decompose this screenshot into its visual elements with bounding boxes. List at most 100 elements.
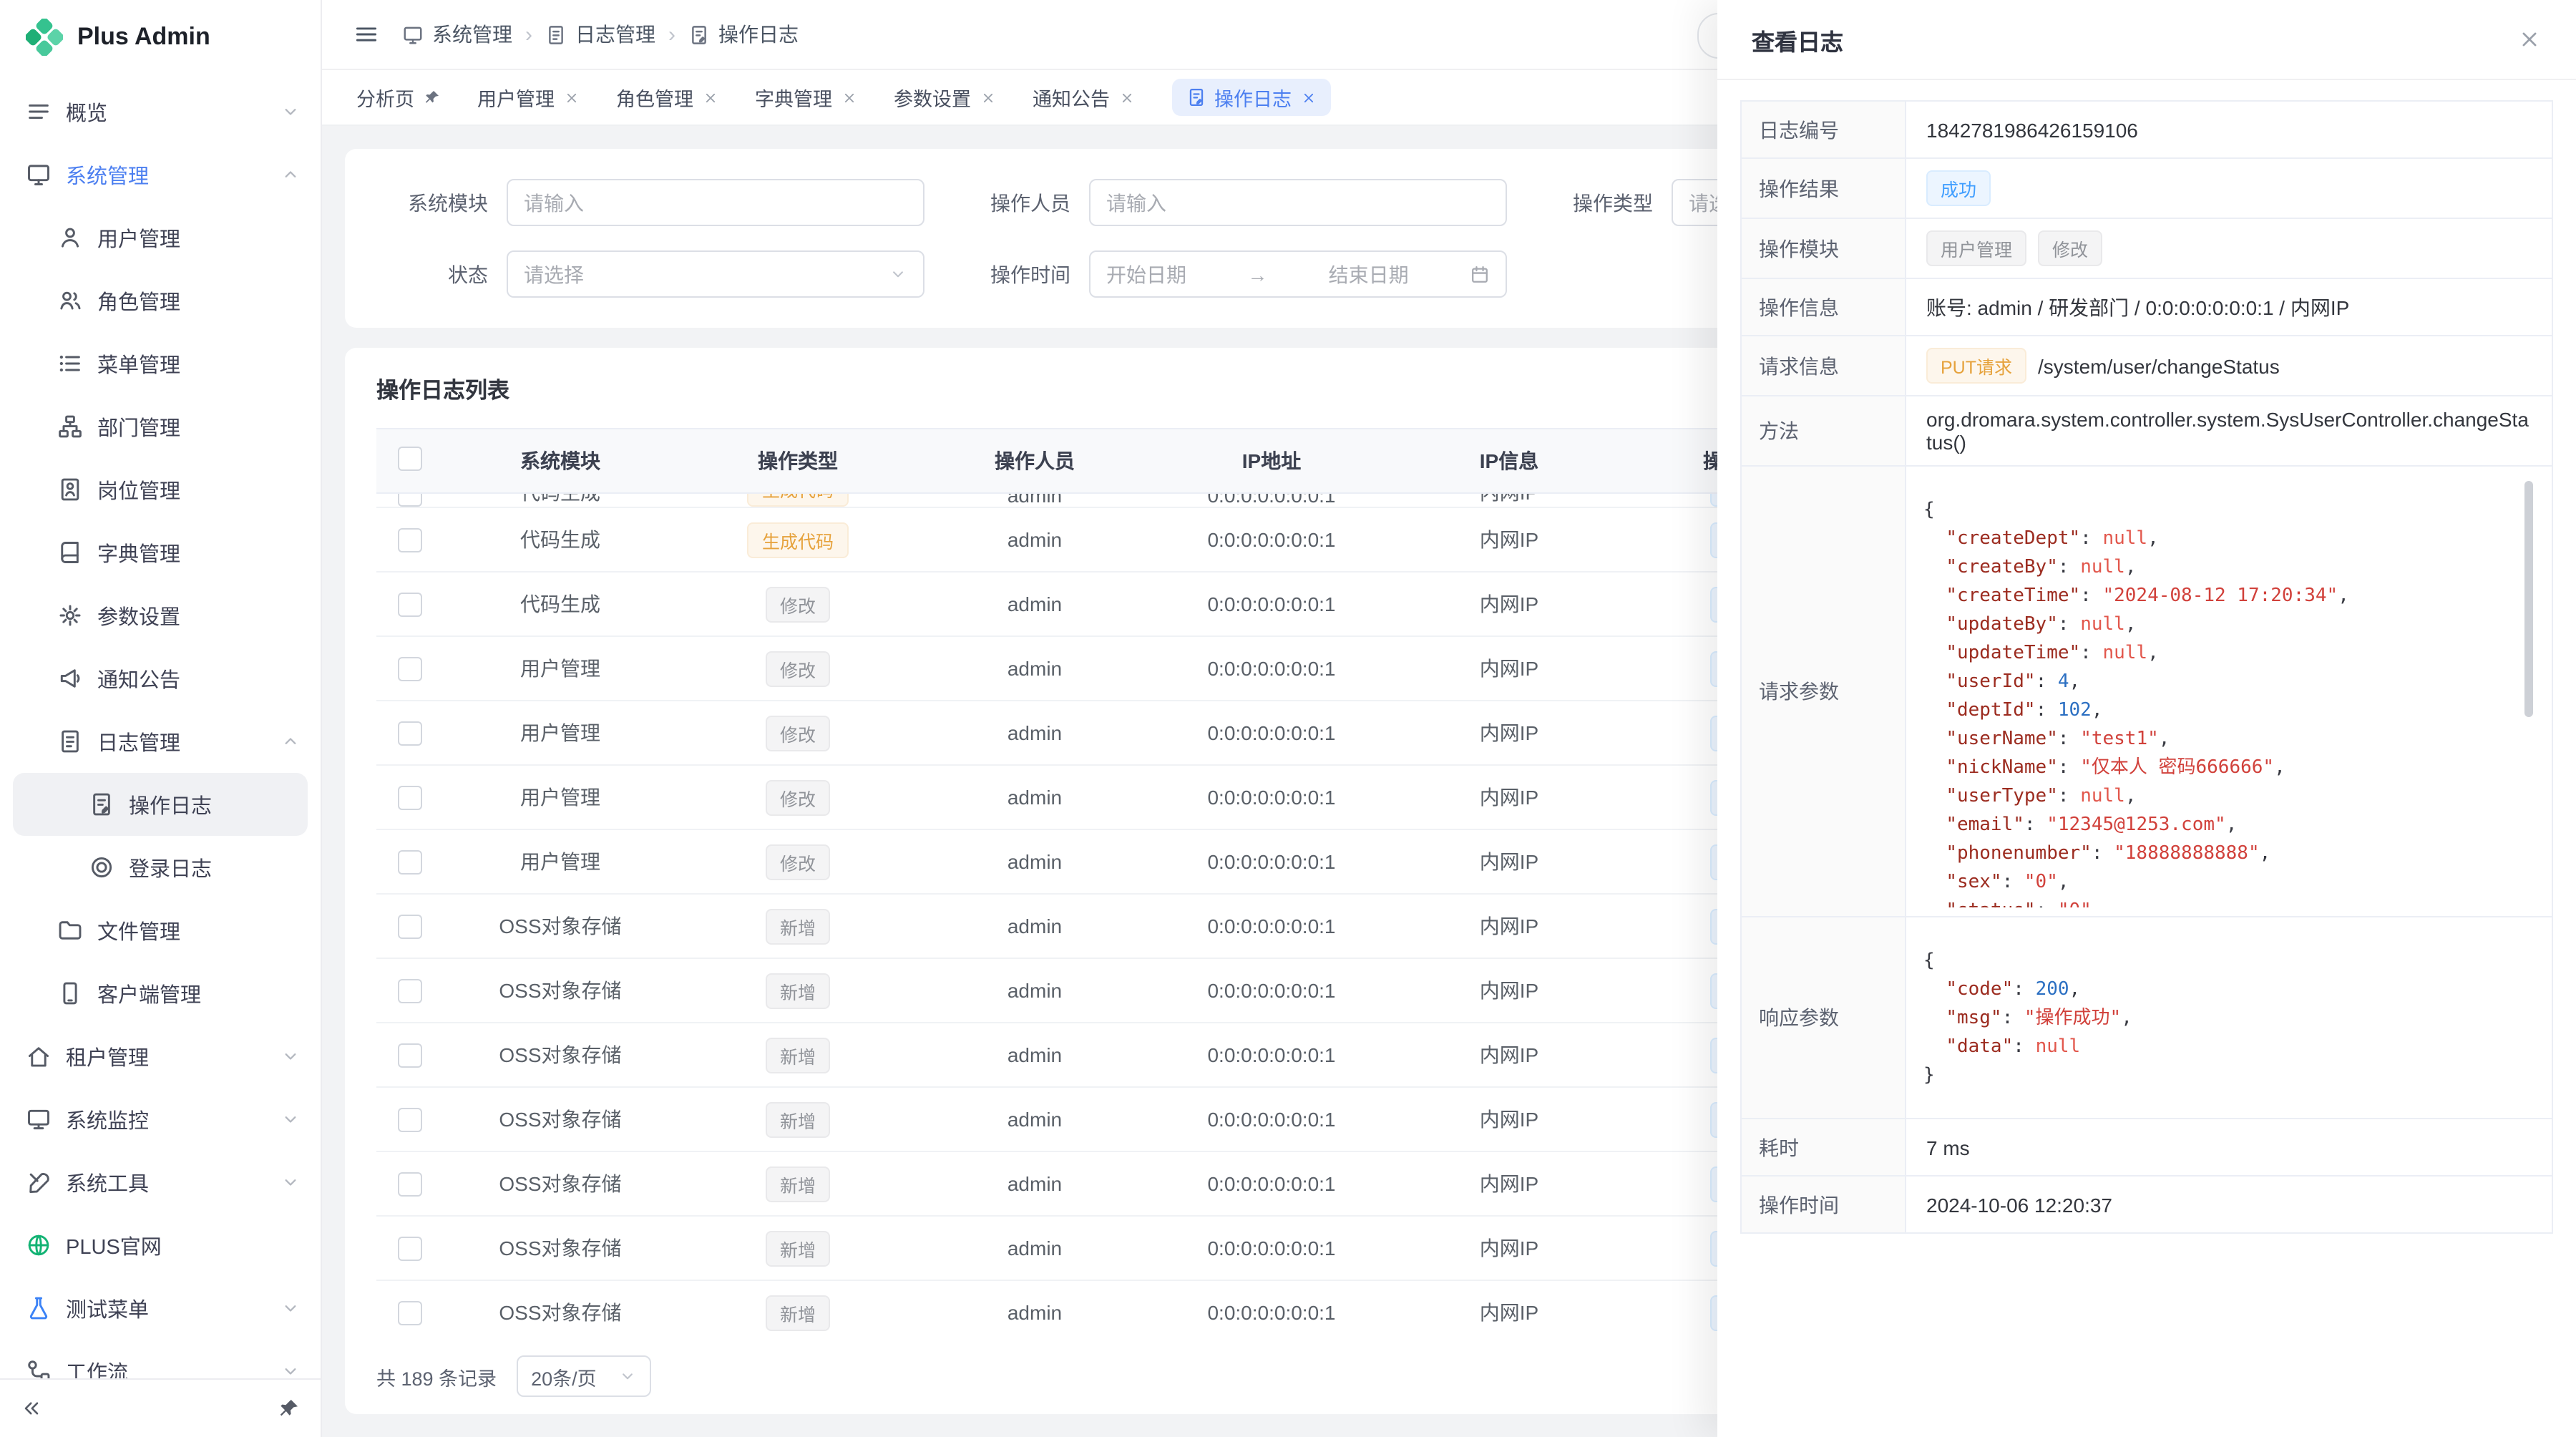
column-header: 操作类型: [678, 429, 917, 493]
tab-notice-announcement[interactable]: 通知公告: [1033, 79, 1134, 116]
sidebar-item-param-settings[interactable]: 参数设置: [0, 584, 321, 647]
tab-operation-log[interactable]: 操作日志: [1171, 79, 1330, 116]
tab-close-icon[interactable]: [980, 89, 995, 105]
sidebar: Plus Admin 概览系统管理用户管理角色管理菜单管理部门管理岗位管理字典管…: [0, 0, 322, 1437]
tab-label: 参数设置: [894, 83, 971, 112]
sidebar-item-user-management[interactable]: 用户管理: [0, 206, 321, 269]
drawer-field-label: 响应参数: [1742, 917, 1905, 1118]
sidebar-item-dict-management[interactable]: 字典管理: [0, 521, 321, 584]
row-checkbox[interactable]: [397, 1300, 421, 1325]
tab-param-settings[interactable]: 参数设置: [894, 79, 995, 116]
filter-field: 系统模块请输入: [376, 179, 924, 226]
select-all-header: [376, 429, 442, 493]
cell-ip: 0:0:0:0:0:0:0:1: [1207, 494, 1335, 507]
row-checkbox[interactable]: [397, 785, 421, 809]
row-checkbox[interactable]: [397, 1043, 421, 1067]
row-checkbox[interactable]: [397, 1107, 421, 1131]
tab-close-icon[interactable]: [702, 89, 718, 105]
row-checkbox[interactable]: [397, 527, 421, 552]
tab-role-management[interactable]: 角色管理: [616, 79, 718, 116]
row-checkbox[interactable]: [397, 849, 421, 874]
row-checkbox[interactable]: [397, 914, 421, 938]
operation-type-tag: 修改: [766, 779, 830, 815]
sidebar-item-overview[interactable]: 概览: [0, 80, 321, 143]
cell-module: 用户管理: [520, 847, 600, 876]
sidebar-item-file-management[interactable]: 文件管理: [0, 899, 321, 962]
cell-operator: admin: [1008, 979, 1062, 1002]
tab-close-icon[interactable]: [563, 89, 579, 105]
sidebar-item-post-management[interactable]: 岗位管理: [0, 458, 321, 521]
collapse-sidebar-icon[interactable]: [20, 1397, 43, 1420]
sidebar-item-workflow[interactable]: 工作流: [0, 1340, 321, 1378]
scrollbar-thumb[interactable]: [2524, 481, 2533, 717]
sidebar-item-test-menu[interactable]: 测试菜单: [0, 1277, 321, 1340]
sidebar-item-operation-log[interactable]: 操作日志: [13, 773, 308, 836]
tab-close-icon[interactable]: [1118, 89, 1134, 105]
breadcrumb-operlog[interactable]: 操作日志: [688, 20, 799, 49]
select-all-checkbox[interactable]: [397, 447, 421, 471]
filter-label: 操作人员: [959, 188, 1070, 217]
tab-label: 分析页: [356, 83, 414, 112]
filter-label: 操作时间: [959, 260, 1070, 288]
tab-dict-management[interactable]: 字典管理: [755, 79, 857, 116]
chevron-down-icon: [280, 1109, 301, 1129]
sidebar-item-client-management[interactable]: 客户端管理: [0, 962, 321, 1025]
cell-module: 代码生成: [520, 494, 600, 507]
cell-module: OSS对象存储: [499, 976, 621, 1005]
page-size-select[interactable]: 20条/页: [517, 1355, 651, 1397]
row-checkbox[interactable]: [397, 978, 421, 1003]
row-checkbox[interactable]: [397, 1236, 421, 1260]
close-icon[interactable]: [2517, 27, 2542, 52]
drawer-field-row: 操作模块用户管理修改: [1742, 219, 2552, 279]
hamburger-menu-icon[interactable]: [353, 21, 379, 47]
sidebar-item-log-management[interactable]: 日志管理: [0, 710, 321, 773]
sidebar-item-system-tools[interactable]: 系统工具: [0, 1151, 321, 1214]
sidebar-item-notice-announcement[interactable]: 通知公告: [0, 647, 321, 710]
row-checkbox[interactable]: [397, 721, 421, 745]
row-checkbox[interactable]: [397, 494, 421, 507]
table-row: 用户管理修改admin0:0:0:0:0:0:0:1内网IP成功: [376, 701, 1859, 765]
operation-type-tag: 新增: [766, 973, 830, 1008]
code-scroll-area[interactable]: { "createDept": null, "createBy": null, …: [1923, 478, 2534, 907]
sidebar-item-system-monitor[interactable]: 系统监控: [0, 1088, 321, 1151]
sidebar-item-dept-management[interactable]: 部门管理: [0, 395, 321, 458]
param-settings-icon: [57, 603, 83, 628]
system-module-input[interactable]: 请输入: [507, 179, 924, 226]
status-select[interactable]: 请选择: [507, 250, 924, 298]
operator-input[interactable]: 请输入: [1089, 179, 1507, 226]
operation-time-daterange[interactable]: 开始日期→结束日期: [1089, 250, 1507, 298]
sidebar-item-menu-management[interactable]: 菜单管理: [0, 332, 321, 395]
system-management-icon: [26, 162, 52, 187]
sidebar-item-role-management[interactable]: 角色管理: [0, 269, 321, 332]
breadcrumb-label: 操作日志: [718, 20, 799, 49]
sidebar-item-label: 客户端管理: [97, 978, 201, 1008]
tab-user-management[interactable]: 用户管理: [477, 79, 579, 116]
sidebar-item-tenant-management[interactable]: 租户管理: [0, 1025, 321, 1088]
breadcrumb-system[interactable]: 系统管理: [402, 20, 512, 49]
sidebar-item-plus-website[interactable]: PLUS官网: [0, 1214, 321, 1277]
range-arrow: →: [1247, 263, 1267, 286]
drawer-field-row: 操作时间2024-10-06 12:20:37: [1742, 1177, 2552, 1234]
sidebar-item-system-management[interactable]: 系统管理: [0, 143, 321, 206]
tab-analysis[interactable]: 分析页: [356, 79, 440, 116]
drawer-field-row: 请求参数{ "createDept": null, "createBy": nu…: [1742, 467, 2552, 917]
pin-sidebar-icon[interactable]: [278, 1397, 301, 1420]
pin-icon[interactable]: [423, 89, 440, 106]
chevron-down-icon: [280, 1046, 301, 1066]
tab-close-icon[interactable]: [841, 89, 857, 105]
drawer-field-label: 操作模块: [1742, 219, 1905, 278]
sidebar-item-label: 文件管理: [97, 915, 180, 945]
sidebar-item-login-log[interactable]: 登录日志: [0, 836, 321, 899]
drawer-field-value: 账号: admin / 研发部门 / 0:0:0:0:0:0:0:1 / 内网I…: [1905, 279, 2552, 335]
table-row: OSS对象存储新增admin0:0:0:0:0:0:0:1内网IP成功: [376, 958, 1859, 1023]
tab-close-icon[interactable]: [1300, 89, 1316, 105]
page-size-value: 20条/页: [531, 1362, 597, 1390]
cell-module: OSS对象存储: [499, 1105, 621, 1134]
breadcrumb-log[interactable]: 日志管理: [545, 20, 655, 49]
row-checkbox[interactable]: [397, 592, 421, 616]
cell-ip-info: 内网IP: [1480, 1041, 1538, 1069]
row-checkbox[interactable]: [397, 1171, 421, 1196]
value-tag: PUT请求: [1926, 348, 2026, 384]
row-checkbox[interactable]: [397, 656, 421, 681]
cell-module: 用户管理: [520, 654, 600, 683]
